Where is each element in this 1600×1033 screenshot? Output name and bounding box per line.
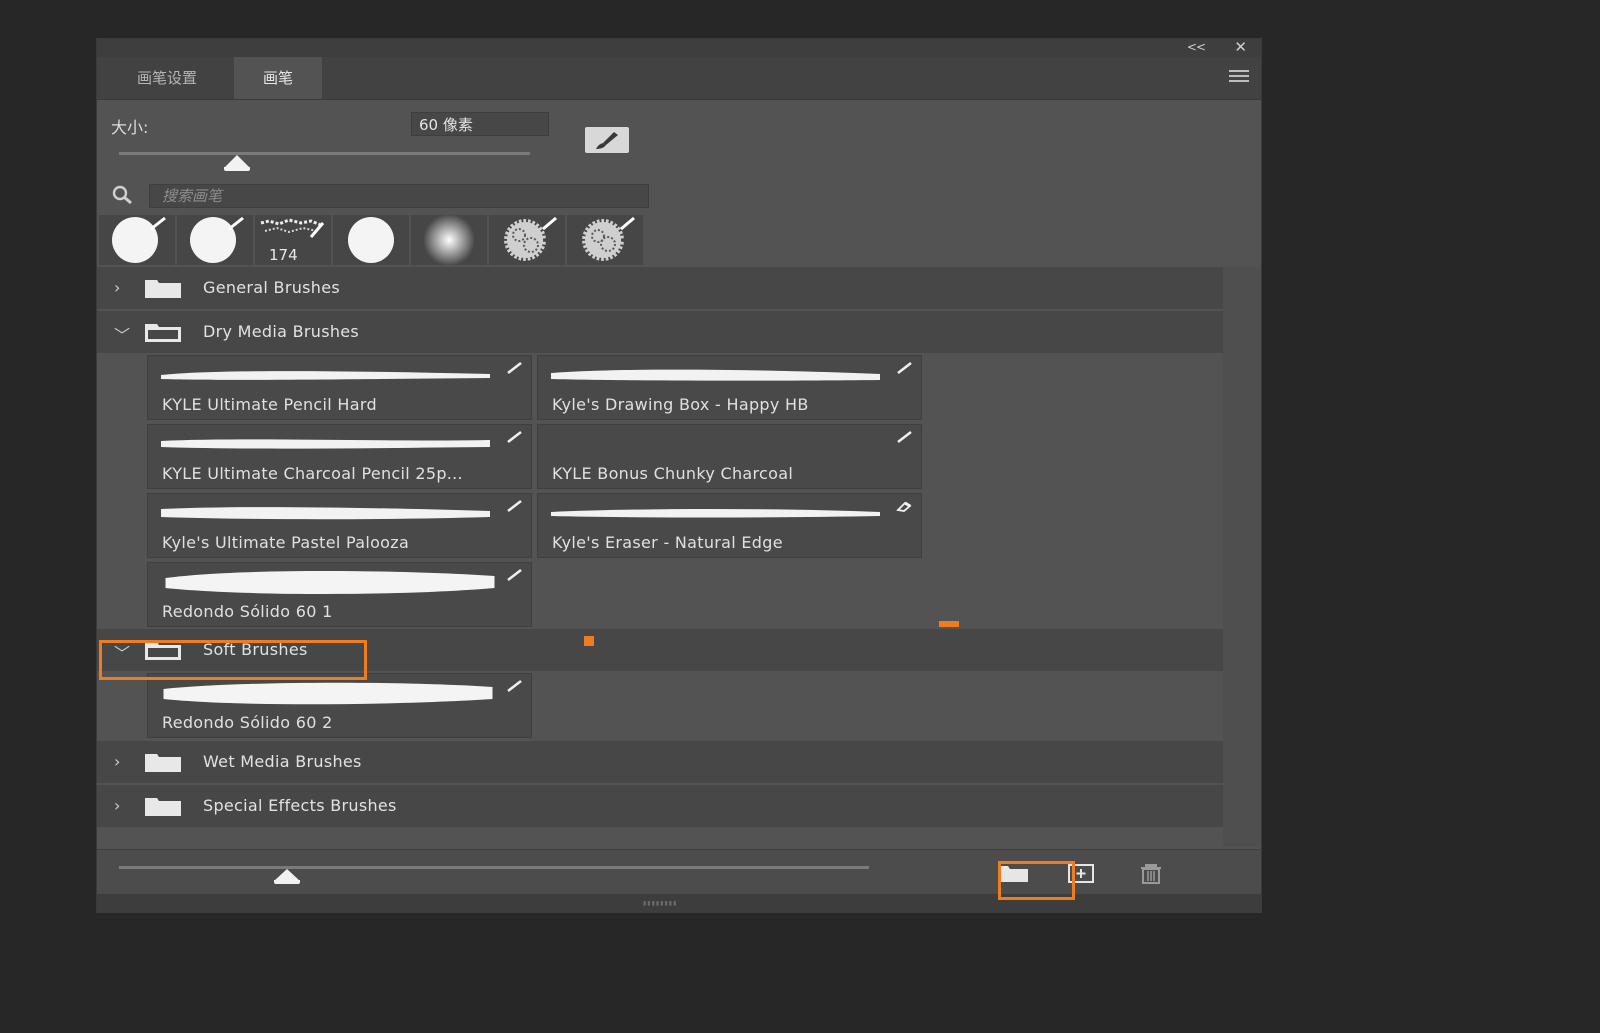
recent-brush-1[interactable] (99, 215, 175, 265)
group-general-brushes[interactable]: › General Brushes (97, 267, 1223, 309)
trash-icon (1141, 864, 1161, 884)
chevron-right-icon[interactable]: › (114, 752, 120, 771)
brush-name: KYLE Ultimate Charcoal Pencil 25p... (162, 464, 463, 483)
brush-tile[interactable]: Kyle's Drawing Box - Happy HB (537, 355, 922, 420)
group-special-effects-brushes[interactable]: › Special Effects Brushes (97, 785, 1223, 827)
brush-tile[interactable]: Kyle's Ultimate Pastel Palooza (147, 493, 532, 558)
brush-name: Kyle's Drawing Box - Happy HB (552, 395, 809, 414)
folder-icon (145, 754, 181, 772)
recent-brush-5[interactable] (411, 215, 487, 265)
brush-tool-icon (507, 500, 522, 512)
search-brushes-input[interactable]: 搜索画笔 (149, 184, 649, 208)
close-panel-icon[interactable]: ✕ (1234, 38, 1247, 56)
orange-marker (584, 636, 594, 646)
new-brush-icon (1068, 864, 1094, 883)
group-wet-media-brushes[interactable]: › Wet Media Brushes (97, 741, 1223, 783)
brushes-panel: << ✕ 画笔设置 画笔 大小: 60 像素 搜索画笔 174 › Genera… (96, 38, 1262, 913)
new-brush-button[interactable] (1061, 858, 1101, 888)
new-group-folder-icon (998, 866, 1028, 882)
recent-brush-size: 174 (269, 246, 298, 264)
brush-tile[interactable]: Redondo Sólido 60 1 (147, 562, 532, 627)
brush-tool-icon (507, 362, 522, 374)
list-scrollbar[interactable] (1223, 267, 1261, 847)
size-label: 大小: (111, 118, 149, 137)
recent-brush-2[interactable] (177, 215, 253, 265)
panel-footer (97, 849, 1261, 895)
panel-menu-icon[interactable] (1229, 70, 1249, 82)
recent-brushes: 174 (97, 215, 657, 265)
chevron-right-icon[interactable]: › (114, 796, 120, 815)
brush-stroke-preview (161, 371, 490, 380)
folder-icon (145, 280, 181, 298)
size-slider-thumb-base (224, 167, 250, 171)
brush-icon (596, 132, 618, 149)
brush-stroke-preview (161, 507, 490, 520)
group-dry-media-brushes[interactable]: ﹀ Dry Media Brushes (97, 311, 1223, 353)
panel-titlebar: << ✕ (97, 38, 1261, 57)
brush-name: Kyle's Eraser - Natural Edge (552, 533, 783, 552)
hard-round-brush-icon (112, 216, 166, 263)
folder-icon (145, 798, 181, 816)
brush-tile[interactable]: KYLE Bonus Chunky Charcoal (537, 424, 922, 489)
textured-brush-icon (579, 216, 635, 264)
brush-stroke-preview (161, 439, 490, 449)
preview-size-slider-track[interactable] (119, 866, 869, 869)
brush-tile[interactable]: Redondo Sólido 60 2 (147, 673, 532, 738)
group-soft-brushes[interactable]: ﹀ Soft Brushes (97, 629, 1223, 671)
textured-brush-icon (501, 216, 557, 264)
brush-tool-icon (507, 680, 522, 692)
create-brush-preset-button[interactable] (585, 127, 629, 153)
orange-marker (939, 621, 959, 627)
brush-tool-icon (897, 362, 912, 374)
brush-tool-icon (897, 431, 912, 443)
brush-tile[interactable]: KYLE Ultimate Charcoal Pencil 25p... (147, 424, 532, 489)
eraser-tool-icon (896, 501, 912, 512)
recent-brush-7[interactable] (567, 215, 643, 265)
brush-name: Redondo Sólido 60 2 (162, 713, 333, 732)
brush-stroke-preview (163, 682, 493, 705)
chevron-right-icon[interactable]: › (114, 278, 120, 297)
tab-brushes[interactable]: 画笔 (234, 57, 322, 99)
brush-name: KYLE Ultimate Pencil Hard (162, 395, 377, 414)
open-folder-icon (145, 324, 181, 342)
recent-brush-4[interactable] (333, 215, 409, 265)
brush-list: › General Brushes ﹀ Dry Media Brushes KY… (97, 267, 1223, 852)
hard-round-brush-icon (348, 217, 394, 263)
brush-name: Kyle's Ultimate Pastel Palooza (162, 533, 410, 552)
delete-brush-button[interactable] (1131, 858, 1171, 888)
soft-round-brush-icon (423, 215, 475, 265)
new-group-button[interactable] (993, 858, 1033, 888)
collapse-panel-icon[interactable]: << (1187, 40, 1206, 54)
group-name: General Brushes (203, 278, 340, 297)
group-name: Special Effects Brushes (203, 796, 397, 815)
brush-tool-icon (507, 569, 522, 581)
recent-brush-3[interactable]: 174 (255, 215, 331, 265)
brush-stroke-preview (551, 509, 880, 518)
group-name: Dry Media Brushes (203, 322, 360, 341)
brush-stroke-preview (551, 369, 880, 381)
size-input[interactable]: 60 像素 (411, 112, 549, 136)
preview-size-slider-thumb-base (274, 880, 300, 884)
brush-tool-icon (507, 431, 522, 443)
recent-brush-6[interactable] (489, 215, 565, 265)
brush-tile[interactable]: KYLE Ultimate Pencil Hard (147, 355, 532, 420)
grip-dots-icon: ▮▮▮▮▮▮▮▮ (643, 900, 678, 907)
size-slider-track[interactable] (119, 152, 530, 155)
brush-stroke-preview (165, 571, 495, 594)
open-folder-icon (145, 642, 181, 660)
chevron-down-icon[interactable]: ﹀ (114, 640, 130, 664)
brush-name: Redondo Sólido 60 1 (162, 602, 333, 621)
hard-round-brush-icon (190, 216, 244, 263)
chevron-down-icon[interactable]: ﹀ (114, 322, 130, 346)
group-name: Soft Brushes (203, 640, 308, 659)
brush-tile[interactable]: Kyle's Eraser - Natural Edge (537, 493, 922, 558)
panel-tabbar: 画笔设置 画笔 (97, 57, 1261, 100)
tab-brush-settings[interactable]: 画笔设置 (117, 57, 217, 99)
panel-resize-grip[interactable]: ▮▮▮▮▮▮▮▮ (97, 894, 1261, 913)
brush-name: KYLE Bonus Chunky Charcoal (552, 464, 794, 483)
search-icon (112, 185, 132, 205)
group-name: Wet Media Brushes (203, 752, 362, 771)
